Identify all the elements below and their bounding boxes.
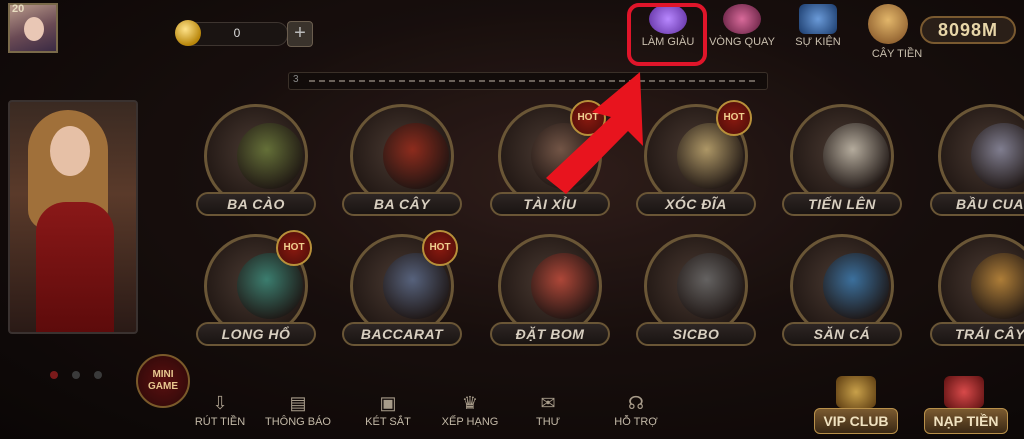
game-tile[interactable]: SĂN CÁ — [778, 232, 908, 350]
hot-badge: HOT — [422, 230, 458, 266]
coin-balance-bar: 0 — [175, 20, 288, 46]
bottom-nav-label: HỖ TRỢ — [614, 416, 658, 428]
topnav-su-kien[interactable]: SỰ KIỆN — [786, 2, 850, 62]
pagination-dot[interactable] — [94, 371, 102, 379]
bottom-nav-item[interactable]: ▣ KÉT SẮT — [348, 392, 428, 428]
game-art-icon — [971, 253, 1024, 319]
banner-dress — [36, 202, 114, 332]
game-art-icon — [237, 123, 303, 189]
safe-icon: ▣ — [379, 393, 397, 413]
bottom-nav-item[interactable]: ⇩ RÚT TIỀN — [180, 392, 260, 428]
bottom-nav-label: THÔNG BÁO — [264, 416, 331, 428]
bottom-nav-item[interactable]: ✉ THƯ — [508, 392, 588, 428]
game-tile[interactable]: BACCARAT HOT — [338, 230, 468, 350]
game-label: XÓC ĐĨA — [636, 192, 756, 216]
game-label: ĐẶT BOM — [490, 322, 610, 346]
bottom-nav-label: THƯ — [535, 416, 561, 428]
game-art-icon — [971, 123, 1024, 189]
headset-icon: ☊ — [628, 393, 644, 413]
game-label: BA CÀO — [196, 192, 316, 216]
game-art-icon — [823, 253, 889, 319]
marquee-track — [309, 80, 757, 82]
game-tile[interactable]: TRÁI CÂY — [926, 232, 1024, 350]
notice-board-icon: ▤ — [289, 393, 307, 413]
bottom-nav-item[interactable]: ♛ XẾP HẠNG — [430, 392, 510, 428]
topnav-label: VÒNG QUAY — [709, 36, 775, 48]
bottom-nav-label: XẾP HẠNG — [441, 416, 499, 428]
bottom-nav-label: RÚT TIỀN — [194, 416, 246, 428]
news-marquee: 3 — [288, 72, 768, 90]
marquee-text: 3 — [293, 74, 299, 85]
game-label: SICBO — [636, 322, 756, 346]
game-art-icon — [531, 253, 597, 319]
game-label: BACCARAT — [342, 322, 462, 346]
wheel-icon — [723, 4, 761, 34]
avatar-face — [24, 17, 44, 41]
game-art-icon — [677, 253, 743, 319]
player-level: 20 — [12, 3, 25, 15]
money-god-icon — [868, 4, 908, 44]
mail-icon: ✉ — [540, 393, 556, 413]
game-tile[interactable]: TÀI XỈU HOT — [486, 100, 616, 220]
game-tile[interactable]: XÓC ĐĨA HOT — [632, 100, 762, 220]
hot-badge: HOT — [570, 100, 606, 136]
game-tile[interactable]: ĐẶT BOM — [486, 232, 616, 350]
game-tile[interactable]: TIẾN LÊN — [778, 102, 908, 220]
game-tile[interactable]: BA CÂY — [338, 102, 468, 220]
game-art-icon — [383, 123, 449, 189]
vip-crown-icon — [836, 376, 876, 408]
topnav-vong-quay[interactable]: VÒNG QUAY — [706, 2, 778, 62]
deposit-button[interactable]: NẠP TIỀN — [924, 408, 1008, 434]
coin-icon — [175, 20, 201, 46]
game-label: BẦU CUA — [930, 192, 1024, 216]
game-label: TIẾN LÊN — [782, 192, 902, 216]
banner-face — [50, 126, 90, 176]
bottom-nav-item[interactable]: ☊ HỖ TRỢ — [596, 392, 676, 428]
bottom-nav-label: KÉT SẮT — [365, 416, 411, 428]
topnav-label: SỰ KIỆN — [795, 36, 841, 48]
hot-badge: HOT — [716, 100, 752, 136]
withdraw-icon: ⇩ — [212, 393, 228, 413]
game-label: BA CÂY — [342, 192, 462, 216]
game-label: TÀI XỈU — [490, 192, 610, 216]
add-coins-button[interactable]: + — [287, 21, 313, 47]
vip-club-button[interactable]: VIP CLUB — [814, 408, 898, 434]
game-tile[interactable]: BA CÀO — [192, 102, 322, 220]
pagination-dot[interactable] — [72, 371, 80, 379]
game-label: LONG HỔ — [196, 322, 316, 346]
jackpot-display: 8098M — [920, 16, 1016, 44]
bottom-nav-item[interactable]: ▤ THÔNG BÁO — [258, 392, 338, 428]
crown-icon: ♛ — [461, 393, 479, 413]
topnav-label: CÂY TIỀN — [871, 48, 923, 60]
mini-game-label-line1: MINI — [152, 369, 174, 380]
game-tile[interactable]: SICBO — [632, 232, 762, 350]
game-art-icon — [823, 123, 889, 189]
game-label: TRÁI CÂY — [930, 322, 1024, 346]
highlight-box — [627, 3, 707, 66]
promo-banner[interactable] — [8, 100, 138, 334]
gift-icon — [799, 4, 837, 34]
player-avatar[interactable]: 20 — [8, 3, 58, 53]
coin-balance: 0 — [233, 26, 241, 40]
banner-pagination — [50, 366, 116, 384]
mini-game-label-line2: GAME — [148, 381, 178, 392]
pagination-dot[interactable] — [50, 371, 58, 379]
hot-badge: HOT — [276, 230, 312, 266]
game-tile[interactable]: LONG HỔ HOT — [192, 230, 322, 350]
shop-icon — [944, 376, 984, 408]
game-label: SĂN CÁ — [782, 322, 902, 346]
game-tile[interactable]: BẦU CUA — [926, 102, 1024, 220]
